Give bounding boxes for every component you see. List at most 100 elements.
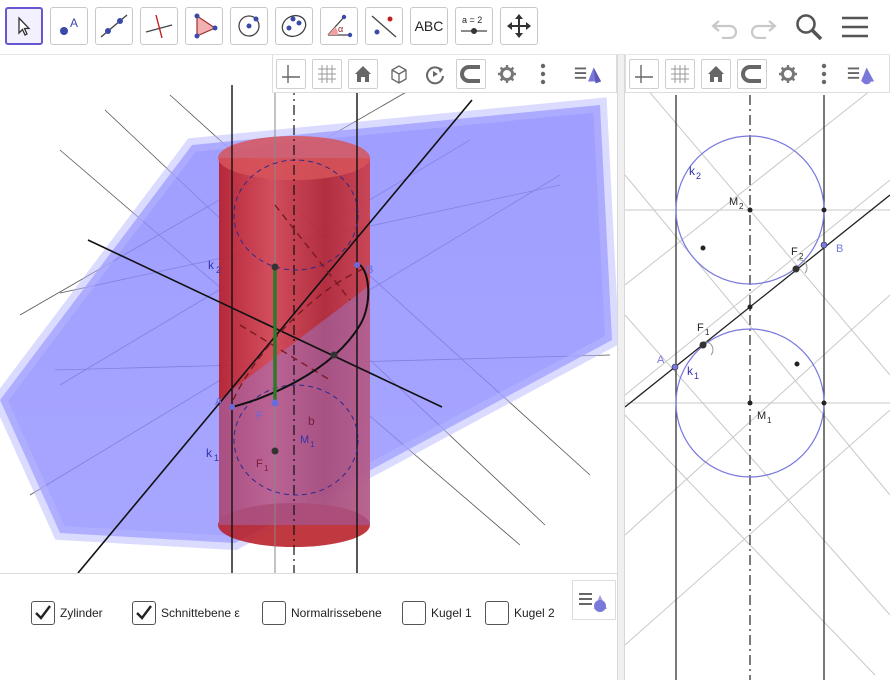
perpendicular-line-tool-button[interactable] (140, 7, 178, 45)
redo-button[interactable] (746, 10, 780, 44)
svg-text:2: 2 (696, 171, 701, 181)
label-A-2d: A (657, 354, 665, 366)
toggle-stylebar-bottom-button[interactable] (572, 580, 616, 620)
move-view-tool-button[interactable] (500, 7, 538, 45)
more-options-2d-button[interactable] (809, 58, 839, 89)
graphics-view-2d[interactable]: k 2 M 2 F 2 B F 1 A k 1 M 1 (625, 55, 890, 680)
search-icon (796, 14, 823, 41)
vertical-dots-icon (540, 63, 546, 84)
angle-tool-button[interactable]: α (320, 7, 358, 45)
svg-text:1: 1 (214, 453, 219, 463)
toolbar: A α ABC a = 2 (0, 0, 890, 55)
search-button[interactable] (792, 10, 826, 44)
move-tool-button[interactable] (5, 7, 43, 45)
cube-icon (391, 64, 407, 84)
more-options-button[interactable] (528, 58, 558, 89)
show-axes-button[interactable] (276, 58, 306, 89)
svg-text:2: 2 (799, 252, 804, 261)
label-F1-2d: F (697, 322, 704, 334)
graphics-3d-stylebar (272, 55, 617, 93)
checkbox-zylinder-label: Zylinder (60, 606, 103, 620)
standard-view-button[interactable] (348, 58, 378, 89)
vertical-dots-icon (821, 63, 827, 84)
toggle-stylebar-2d-button[interactable] (846, 58, 876, 89)
slider-icon: a = 2 (461, 15, 487, 34)
label-M1: M (300, 434, 309, 446)
checkbox-normalrissebene[interactable]: Normalrissebene (262, 601, 382, 625)
ellipse-icon (281, 14, 307, 38)
slider-tool-button[interactable]: a = 2 (455, 7, 493, 45)
label-F: F (256, 410, 263, 422)
checkbox-panel: Zylinder Schnittebene ε Normalrissebene … (0, 573, 617, 681)
checkbox-zylinder[interactable]: Zylinder (31, 601, 103, 625)
magnet-icon (460, 64, 480, 83)
cursor-arrow-icon (18, 16, 31, 36)
svg-text:1: 1 (264, 464, 269, 473)
menu-button[interactable] (838, 10, 872, 44)
svg-text:α: α (338, 24, 343, 34)
view-splitter[interactable] (617, 55, 625, 680)
reflect-tool-button[interactable] (365, 7, 403, 45)
label-F2-2d: F (791, 246, 798, 258)
svg-text:2: 2 (216, 265, 221, 275)
ellipse-tool-button[interactable] (275, 7, 313, 45)
settings-button[interactable] (492, 58, 522, 89)
grid-icon (318, 64, 336, 83)
checkbox-schnittebene[interactable]: Schnittebene ε (132, 601, 243, 625)
show-grid-2d-button[interactable] (665, 58, 695, 89)
stylebar-toggle-icon (847, 66, 875, 84)
circle-tool-button[interactable] (230, 7, 268, 45)
checkbox-schnittebene-box[interactable] (132, 601, 156, 625)
svg-text:A: A (70, 16, 78, 30)
label-b: b (308, 414, 315, 428)
checkbox-kugel-1[interactable]: Kugel 1 (402, 601, 472, 625)
label-k1: k (206, 446, 213, 460)
point-capturing-2d-button[interactable] (737, 58, 767, 89)
perpendicular-line-icon (145, 14, 173, 39)
grid-icon (671, 64, 689, 83)
redo-icon (750, 20, 777, 39)
stylebar-toggle-icon (579, 593, 607, 612)
line-through-points-icon (100, 14, 128, 38)
line-tool-button[interactable] (95, 7, 133, 45)
polygon-tool-button[interactable] (185, 7, 223, 45)
toggle-stylebar-3d-button[interactable] (573, 58, 603, 89)
stylebar-toggle-icon (574, 66, 602, 83)
label-k2-2d: k (689, 164, 696, 178)
hamburger-menu-icon (842, 16, 868, 38)
polygon-icon (194, 13, 218, 39)
graphics-2d-canvas: k 2 M 2 F 2 B F 1 A k 1 M 1 (625, 74, 890, 680)
label-k2: k (208, 258, 215, 272)
point-tool-button[interactable]: A (50, 7, 88, 45)
checkbox-zylinder-box[interactable] (31, 601, 55, 625)
svg-text:1: 1 (767, 416, 772, 425)
gear-icon (779, 64, 797, 83)
point-capturing-button[interactable] (456, 58, 486, 89)
checkbox-normalrissebene-box[interactable] (262, 601, 286, 625)
checkbox-kugel-2[interactable]: Kugel 2 (485, 601, 555, 625)
svg-text:2: 2 (739, 202, 744, 211)
view-cube-button[interactable] (384, 58, 414, 89)
settings-2d-button[interactable] (773, 58, 803, 89)
undo-button[interactable] (708, 10, 742, 44)
checkmark-icon (136, 605, 152, 620)
reflect-about-line-icon (371, 15, 397, 38)
show-grid-button[interactable] (312, 58, 342, 89)
label-A: A (215, 396, 223, 408)
checkbox-kugel-2-box[interactable] (485, 601, 509, 625)
circle-with-center-icon (238, 15, 260, 37)
graphics-view-3d[interactable]: k 2 k 1 A B b F M 1 F 1 (0, 55, 617, 573)
gear-icon (498, 64, 516, 83)
graphics-2d-stylebar (625, 55, 890, 93)
show-axes-2d-button[interactable] (629, 58, 659, 89)
checkbox-kugel-1-box[interactable] (402, 601, 426, 625)
standard-view-2d-button[interactable] (701, 58, 731, 89)
text-tool-button[interactable]: ABC (410, 7, 448, 45)
checkmark-icon (35, 605, 51, 620)
svg-text:1: 1 (694, 371, 699, 381)
rotate-view-button[interactable] (420, 58, 450, 89)
label-k1-2d: k (687, 364, 694, 378)
text-tool-label: ABC (414, 18, 444, 34)
move-arrows-icon (507, 14, 531, 38)
label-B: B (366, 264, 373, 276)
